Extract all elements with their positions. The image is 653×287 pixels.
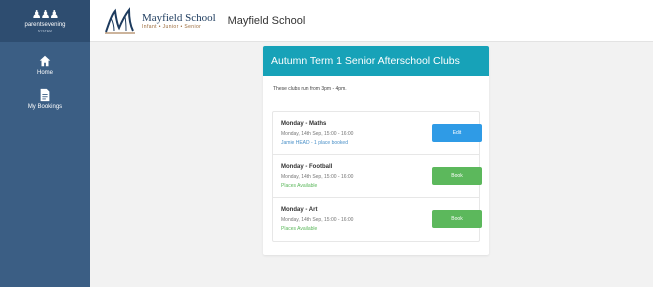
people-icon: ♟♟♟	[31, 8, 60, 21]
club-time: Monday, 14th Sep, 15:00 - 16:00	[281, 174, 354, 180]
club-title: Monday - Maths	[281, 121, 327, 127]
brand-subtitle: SYSTEM	[37, 28, 53, 33]
page-title: Mayfield School	[227, 14, 306, 27]
club-status: Jamie HEAD - 1 place booked	[281, 140, 348, 146]
club-list: Monday - Maths Monday, 14th Sep, 15:00 -…	[272, 111, 482, 242]
card-intro: These clubs run from 3pm - 4pm.	[273, 86, 347, 92]
brand-logo[interactable]: ♟♟♟ parentsevening SYSTEM	[0, 0, 90, 42]
book-button[interactable]: Book	[432, 210, 482, 228]
home-icon	[39, 55, 51, 67]
sidebar: ♟♟♟ parentsevening SYSTEM Home My Bookin…	[0, 0, 90, 287]
club-time: Monday, 14th Sep, 15:00 - 16:00	[281, 217, 354, 223]
club-title: Monday - Football	[281, 164, 333, 170]
card-header: Autumn Term 1 Senior Afterschool Clubs	[263, 46, 489, 76]
sidebar-item-label: My Bookings	[27, 104, 63, 110]
club-status: Places Available	[281, 226, 318, 232]
card-title: Autumn Term 1 Senior Afterschool Clubs	[271, 55, 460, 67]
sidebar-item-my-bookings[interactable]: My Bookings	[0, 88, 90, 110]
edit-button[interactable]: Edit	[432, 124, 482, 142]
list-item: Monday - Art Monday, 14th Sep, 15:00 - 1…	[273, 198, 482, 241]
sidebar-item-label: Home	[36, 70, 53, 76]
document-icon	[40, 88, 50, 102]
logo-name: Mayfield School	[142, 11, 216, 24]
club-title: Monday - Art	[281, 207, 318, 213]
clubs-card: Autumn Term 1 Senior Afterschool Clubs T…	[263, 46, 489, 255]
school-crest-icon	[105, 6, 135, 33]
school-logo[interactable]: Mayfield School Infant • Junior • Senior	[103, 6, 216, 36]
club-status: Places Available	[281, 183, 318, 189]
list-item: Monday - Maths Monday, 14th Sep, 15:00 -…	[273, 112, 482, 155]
logo-tagline: Infant • Junior • Senior	[142, 23, 202, 30]
sidebar-item-home[interactable]: Home	[0, 54, 90, 76]
list-item: Monday - Football Monday, 14th Sep, 15:0…	[273, 155, 482, 198]
top-bar: Mayfield School Infant • Junior • Senior…	[90, 0, 653, 42]
book-button[interactable]: Book	[432, 167, 482, 185]
brand-name: parentsevening	[24, 21, 66, 28]
club-time: Monday, 14th Sep, 15:00 - 16:00	[281, 131, 354, 137]
